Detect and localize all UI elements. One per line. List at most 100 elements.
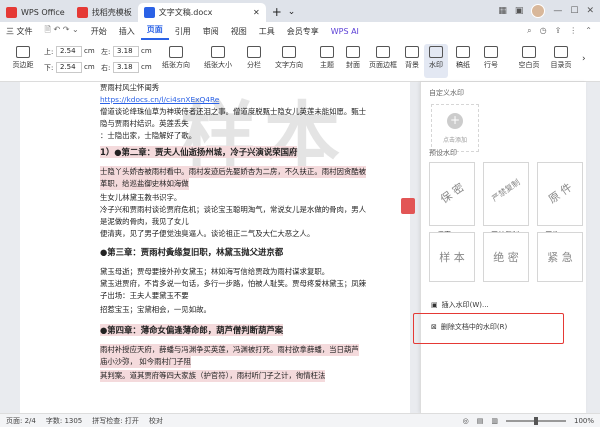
minimize-icon[interactable]: —: [553, 6, 562, 16]
cover-icon: [346, 46, 360, 58]
search-icon[interactable]: ⌕: [527, 26, 531, 36]
orientation-button[interactable]: 纸张方向: [156, 46, 196, 70]
orientation-icon: [169, 46, 183, 58]
word-count[interactable]: 字数: 1305: [46, 416, 82, 426]
document-line: ●第四章：薄命女偏逢薄命郎，葫芦僧判断葫芦案: [100, 324, 284, 336]
text-direction-button[interactable]: 文字方向: [268, 46, 310, 70]
columns-button[interactable]: 分栏: [240, 46, 268, 70]
margin-button[interactable]: 页边距: [6, 46, 40, 70]
document-line: 便清爽，见了男子便觉浊臭逼人。谈论祖正二气及大仁大恶之人。: [100, 229, 315, 238]
layout-icon[interactable]: ▣: [515, 6, 524, 16]
menu-view[interactable]: 视图: [225, 26, 253, 37]
menu-save-icon[interactable]: 🗎 ↶ ↷ ⌄: [39, 24, 85, 38]
menu-tools[interactable]: 工具: [253, 26, 281, 37]
size-button[interactable]: 纸张大小: [198, 46, 238, 70]
view-icon[interactable]: ◎: [463, 417, 469, 425]
line-number-button[interactable]: 行号: [478, 46, 504, 70]
menu-wps-ai[interactable]: WPS AI: [325, 27, 365, 36]
grid-icon[interactable]: ▦: [498, 6, 507, 16]
preset-watermark-card[interactable]: 原 件: [537, 162, 583, 226]
theme-button[interactable]: 主题: [314, 46, 340, 70]
status-right: ◎ ▤ ▥ 100%: [463, 416, 600, 425]
document-line: 黛玉母逝；贾母要接外孙女黛玉；林如海写信给贾政为雨村谋求复职。: [100, 267, 330, 276]
insert-watermark-item[interactable]: ▣ 插入水印(W)...: [431, 300, 489, 310]
margin-icon: [16, 46, 30, 58]
share-icon[interactable]: ⇪: [555, 26, 562, 36]
close-tab-icon[interactable]: ✕: [253, 8, 260, 17]
tab-document[interactable]: 文字文稿.docx ✕: [137, 3, 266, 22]
page-border-button[interactable]: 页面边框: [366, 46, 400, 70]
menu-review[interactable]: 审阅: [197, 26, 225, 37]
new-tab-icon[interactable]: +: [266, 3, 288, 22]
page-view-icon[interactable]: ▤: [477, 417, 484, 425]
tab-templates[interactable]: 找稻壳模板: [71, 3, 138, 22]
zoom-slider[interactable]: [505, 416, 566, 425]
spell-check[interactable]: 拼写检查: 打开: [92, 416, 139, 426]
more-icon[interactable]: ⋮: [569, 26, 577, 36]
border-icon: [376, 46, 390, 58]
maximize-icon[interactable]: ☐: [570, 6, 578, 16]
menu-insert[interactable]: 插入: [113, 26, 141, 37]
top-margin-input[interactable]: 2.54: [56, 46, 82, 57]
insert-watermark-icon: ▣: [431, 301, 438, 309]
menu-references[interactable]: 引用: [169, 26, 197, 37]
left-label: 左:: [101, 48, 111, 56]
add-watermark-card[interactable]: + 点击添加: [431, 104, 479, 152]
preset-watermark-card[interactable]: 紧 急: [537, 232, 583, 282]
preset-watermark-text: 样 本: [439, 251, 465, 264]
wps-logo-icon: [6, 7, 17, 18]
document-line: 其判案。道其贾府等四大家族（护官符），雨村听门子之计，徇情枉法: [100, 370, 326, 382]
menu-member[interactable]: 会员专享: [281, 26, 325, 37]
proofread[interactable]: 校对: [149, 416, 163, 426]
blank-page-button[interactable]: 空白页: [514, 46, 544, 70]
bottom-margin-input[interactable]: 2.54: [56, 62, 82, 73]
left-margin-input[interactable]: 3.18: [113, 46, 139, 57]
unit-top: cm: [84, 47, 95, 55]
title-bar: WPS Office 找稻壳模板 文字文稿.docx ✕ + ⌄ ▦ ▣ — ☐…: [0, 0, 600, 22]
background-button[interactable]: 背景: [400, 46, 424, 70]
status-bar: 页面: 2/4 字数: 1305 拼写检查: 打开 校对 ◎ ▤ ▥ 100%: [0, 413, 600, 427]
document-line: ●第三章：贾雨村夤缘复旧职，林黛玉抛父进京都: [100, 247, 284, 257]
document-line: 招惹宝玉；宝黛相会，一见如故。: [100, 305, 211, 314]
custom-watermark-title: 自定义水印: [429, 89, 464, 97]
preset-watermark-text: 绝 密: [493, 251, 519, 264]
preset-watermark-card[interactable]: 保 密: [429, 162, 475, 226]
close-icon[interactable]: ✕: [586, 6, 594, 16]
right-margin-input[interactable]: 3.18: [113, 62, 139, 73]
right-tools: ⌕ ◷ ⇪ ⋮ ⌃: [527, 26, 600, 36]
menu-home[interactable]: 开始: [85, 26, 113, 37]
tab-list-icon[interactable]: ⌄: [288, 3, 296, 22]
page-count[interactable]: 页面: 2/4: [6, 416, 36, 426]
ribbon-scroll-right-icon[interactable]: ›: [582, 54, 586, 64]
zoom-thumb[interactable]: [533, 416, 538, 425]
manuscript-button[interactable]: 稿纸: [450, 46, 476, 70]
avatar[interactable]: [531, 4, 546, 18]
menu-page[interactable]: 页面: [140, 22, 169, 40]
document-line: 1）●第二章：贾夫人仙逝扬州城，冷子兴演说荣国府: [100, 146, 298, 158]
document-page[interactable]: 样本 贾雨村风尘怀闺秀 https://kdocs.cn/l/ci4snXExQ4…: [20, 82, 410, 413]
highlight-box: [413, 313, 564, 344]
preset-watermark-card[interactable]: 样 本: [429, 232, 475, 282]
document-line: 僧道谈论绛珠仙草为神瑛侍者还泪之事。僧道度脱甄士隐女儿英莲未能如愿。甄士: [100, 107, 367, 116]
menu-file[interactable]: 三 文件: [0, 26, 39, 37]
tab-label: 找稻壳模板: [91, 8, 132, 17]
toc-page-button[interactable]: 目录页: [546, 46, 576, 70]
preset-watermark-card[interactable]: 严禁复制: [483, 162, 529, 226]
web-view-icon[interactable]: ▥: [491, 417, 498, 425]
tab-label: 文字文稿.docx: [158, 8, 213, 17]
manuscript-icon: [456, 46, 470, 58]
cover-button[interactable]: 封面: [340, 46, 366, 70]
preset-watermark-card[interactable]: 绝 密: [483, 232, 529, 282]
background-icon: [405, 46, 419, 58]
preset-watermark-text: 紧 急: [547, 251, 573, 264]
preset-watermark-title: 预设水印: [429, 149, 457, 157]
theme-icon: [320, 46, 334, 58]
tab-wps-office[interactable]: WPS Office: [0, 3, 71, 22]
comment-marker-icon[interactable]: [401, 198, 415, 214]
top-label: 上:: [44, 48, 54, 56]
watermark-button[interactable]: 水印: [424, 44, 448, 78]
history-icon[interactable]: ◷: [540, 26, 547, 36]
document-line: 雨村补授应天府，薛蟠与冯渊争买英莲，冯渊被打死。雨村欲拿薛蟠，当日葫芦: [100, 344, 359, 356]
collapse-icon[interactable]: ⌃: [585, 26, 592, 36]
zoom-level[interactable]: 100%: [574, 417, 594, 425]
